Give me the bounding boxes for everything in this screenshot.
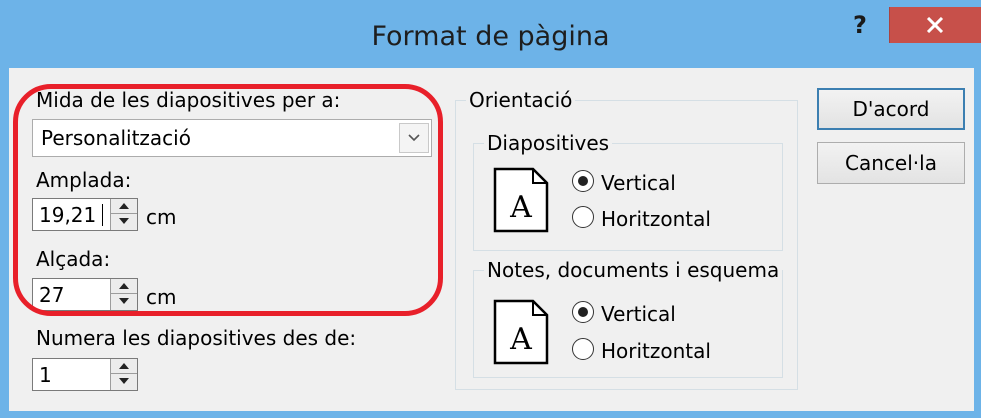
close-icon bbox=[926, 17, 944, 33]
orientation-title: Orientació bbox=[466, 88, 576, 112]
radio-selected-dot bbox=[578, 307, 588, 317]
highlight-annotation bbox=[13, 84, 443, 316]
slides-horizontal-radio[interactable] bbox=[572, 206, 594, 228]
title-bar[interactable]: Format de pàgina ? bbox=[0, 0, 981, 68]
triangle-up-icon bbox=[119, 363, 129, 369]
page-icon-letter: A bbox=[509, 322, 532, 357]
ok-button[interactable]: D'acord bbox=[817, 88, 965, 130]
portrait-page-icon: A bbox=[493, 167, 549, 233]
numbering-decrease-button[interactable] bbox=[111, 374, 137, 389]
dialog-title: Format de pàgina bbox=[371, 21, 610, 52]
triangle-down-icon bbox=[119, 378, 129, 384]
notes-vertical-radio[interactable] bbox=[572, 301, 594, 323]
numbering-increase-button[interactable] bbox=[111, 359, 137, 374]
help-button[interactable]: ? bbox=[838, 10, 882, 44]
notes-orientation-title: Notes, documents i esquema bbox=[484, 258, 783, 282]
slides-vertical-radio[interactable] bbox=[572, 170, 594, 192]
notes-horizontal-label[interactable]: Horitzontal bbox=[601, 339, 711, 363]
numbering-label: Numera les diapositives des de: bbox=[36, 326, 357, 350]
notes-vertical-label[interactable]: Vertical bbox=[601, 302, 676, 326]
radio-selected-dot bbox=[578, 176, 588, 186]
numbering-spin-buttons[interactable] bbox=[110, 359, 137, 390]
portrait-page-icon: A bbox=[493, 299, 549, 365]
numbering-value: 1 bbox=[39, 363, 52, 387]
dialog-window: Format de pàgina ? Mida de les diapositi… bbox=[0, 0, 981, 418]
slides-vertical-label[interactable]: Vertical bbox=[601, 171, 676, 195]
numbering-spinner[interactable]: 1 bbox=[32, 358, 138, 391]
notes-horizontal-radio[interactable] bbox=[572, 338, 594, 360]
close-button[interactable] bbox=[889, 7, 981, 43]
page-icon-letter: A bbox=[509, 190, 532, 225]
slides-orientation-title: Diapositives bbox=[484, 131, 613, 155]
slides-horizontal-label[interactable]: Horitzontal bbox=[601, 207, 711, 231]
cancel-button[interactable]: Cancel·la bbox=[817, 142, 965, 184]
